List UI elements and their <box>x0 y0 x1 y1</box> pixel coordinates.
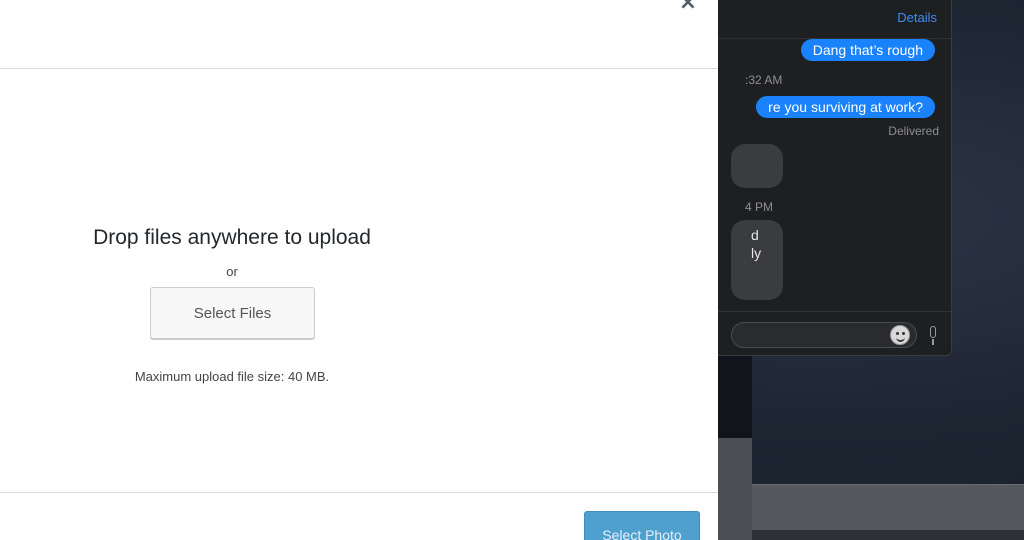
emoji-icon[interactable] <box>890 325 910 345</box>
select-files-button[interactable]: Select Files <box>150 287 315 339</box>
upload-drop-zone[interactable]: Drop files anywhere to upload or Select … <box>0 70 718 492</box>
media-upload-modal: × Drop files anywhere to upload or Selec… <box>0 0 718 540</box>
message-timestamp: :32 AM <box>745 73 783 87</box>
max-upload-size-note: Maximum upload file size: 40 MB. <box>134 369 330 384</box>
microphone-capsule <box>930 326 936 338</box>
message-input[interactable] <box>731 322 917 348</box>
outgoing-message-bubble: Dang that’s rough <box>800 39 935 61</box>
close-icon[interactable]: × <box>678 0 698 14</box>
outgoing-message-bubble: re you surviving at work? <box>756 96 935 118</box>
messages-header: Details <box>701 0 951 39</box>
messages-window: Details Dang that’s rough :32 AM re you … <box>700 0 952 356</box>
message-timestamp: 4 PM <box>745 200 774 214</box>
delivered-status: Delivered <box>888 124 939 138</box>
incoming-message-line: d <box>751 227 759 243</box>
incoming-message-bubble: d ly <box>731 220 783 300</box>
backdrop-gray-strip <box>718 438 752 540</box>
modal-footer: Select Photo <box>0 492 718 540</box>
compose-bar <box>701 311 951 355</box>
modal-header: × <box>0 0 718 69</box>
details-link[interactable]: Details <box>897 10 937 25</box>
microphone-stand <box>932 339 934 345</box>
incoming-message-bubble <box>731 144 783 188</box>
or-separator: or <box>226 264 238 279</box>
incoming-message-line: ly <box>751 245 762 261</box>
background-window-edge <box>752 530 1024 540</box>
background-window-bar <box>752 484 1024 530</box>
drop-files-heading: Drop files anywhere to upload <box>93 226 371 249</box>
microphone-icon[interactable] <box>927 326 939 346</box>
select-photo-button[interactable]: Select Photo <box>584 511 700 540</box>
